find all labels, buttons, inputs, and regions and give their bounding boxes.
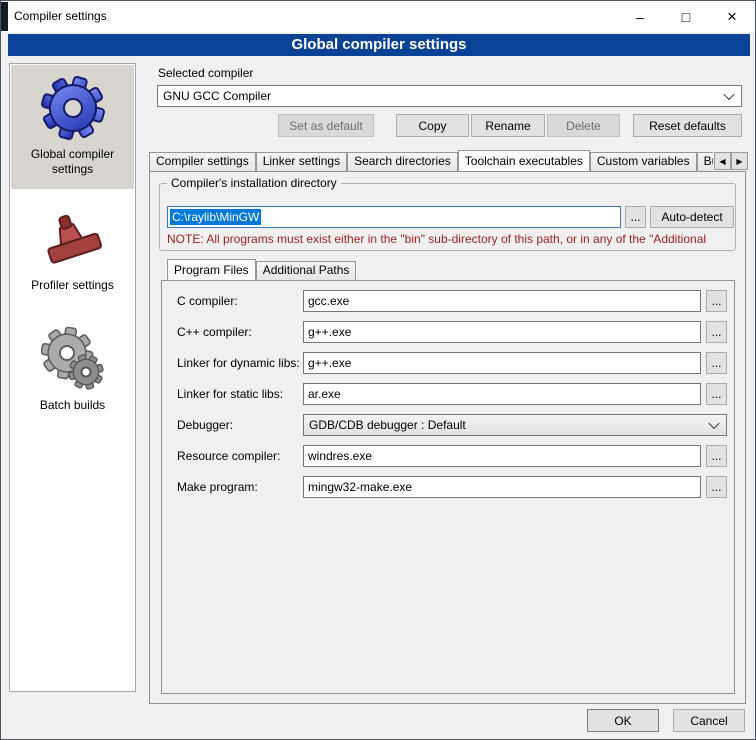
form-row-c-compiler: C compiler: ...: [1, 290, 756, 312]
tab-toolchain-executables[interactable]: Toolchain executables: [458, 150, 590, 171]
tab-search-directories[interactable]: Search directories: [347, 152, 458, 171]
browse-button[interactable]: ...: [706, 383, 727, 405]
tab-scroll-controls: ◀ ▶: [714, 152, 748, 170]
reset-defaults-button[interactable]: Reset defaults: [633, 114, 742, 137]
debugger-select[interactable]: GDB/CDB debugger : Default: [303, 414, 727, 436]
selected-compiler-label: Selected compiler: [158, 66, 253, 80]
rename-button[interactable]: Rename: [471, 114, 545, 137]
dynamic-libs-linker-input[interactable]: [303, 352, 701, 374]
selected-compiler-value: GNU GCC Compiler: [163, 89, 271, 103]
install-dir-value: C:\raylib\MinGW: [170, 209, 261, 225]
program-files-tabs: Program Files Additional Paths: [167, 259, 467, 280]
debugger-value: GDB/CDB debugger : Default: [309, 418, 466, 432]
form-row-debugger: Debugger: GDB/CDB debugger : Default: [1, 414, 756, 436]
field-label: Resource compiler:: [177, 449, 280, 463]
window-controls: – □ ×: [617, 1, 755, 32]
install-dir-browse-button[interactable]: ...: [625, 206, 646, 228]
tab-build-options[interactable]: Buil: [697, 152, 713, 171]
ok-button[interactable]: OK: [587, 709, 659, 732]
set-as-default-button[interactable]: Set as default: [278, 114, 374, 137]
browse-button[interactable]: ...: [706, 321, 727, 343]
chevron-down-icon: [723, 89, 734, 100]
tab-scroll-left-icon[interactable]: ◀: [714, 152, 731, 170]
browse-button[interactable]: ...: [706, 290, 727, 312]
compiler-settings-dialog: Compiler settings – □ × Global compiler …: [0, 0, 756, 740]
selected-compiler-dropdown[interactable]: GNU GCC Compiler: [157, 85, 742, 107]
c-compiler-input[interactable]: [303, 290, 701, 312]
make-program-input[interactable]: [303, 476, 701, 498]
form-row-cpp-compiler: C++ compiler: ...: [1, 321, 756, 343]
install-dir-note: NOTE: All programs must exist either in …: [167, 232, 739, 246]
field-label: Make program:: [177, 480, 258, 494]
blue-gear-icon: [40, 71, 106, 145]
tab-compiler-settings[interactable]: Compiler settings: [149, 152, 256, 171]
close-icon[interactable]: ×: [709, 1, 755, 32]
minimize-icon[interactable]: –: [617, 1, 663, 32]
tab-linker-settings[interactable]: Linker settings: [256, 152, 347, 171]
sidebar-item-label: Global compiler settings: [11, 145, 134, 183]
resource-compiler-input[interactable]: [303, 445, 701, 467]
browse-button[interactable]: ...: [706, 352, 727, 374]
tab-custom-variables[interactable]: Custom variables: [590, 152, 697, 171]
auto-detect-button[interactable]: Auto-detect: [650, 206, 734, 228]
app-icon: [1, 2, 8, 31]
red-profiler-icon: [41, 202, 105, 276]
form-row-make-program: Make program: ...: [1, 476, 756, 498]
browse-button[interactable]: ...: [706, 476, 727, 498]
copy-button[interactable]: Copy: [396, 114, 469, 137]
sidebar-item-global-compiler-settings[interactable]: Global compiler settings: [11, 65, 134, 189]
window-title: Compiler settings: [14, 9, 107, 23]
title-bar[interactable]: Compiler settings – □ ×: [1, 1, 755, 32]
form-row-dynamic-linker: Linker for dynamic libs: ...: [1, 352, 756, 374]
static-libs-linker-input[interactable]: [303, 383, 701, 405]
field-label: C++ compiler:: [177, 325, 252, 339]
delete-button[interactable]: Delete: [547, 114, 620, 137]
browse-button[interactable]: ...: [706, 445, 727, 467]
installation-directory-group-title: Compiler's installation directory: [167, 176, 341, 190]
field-label: Debugger:: [177, 418, 233, 432]
compiler-settings-tabs: Compiler settings Linker settings Search…: [149, 150, 713, 171]
tab-additional-paths[interactable]: Additional Paths: [256, 261, 357, 280]
install-dir-input[interactable]: C:\raylib\MinGW: [167, 206, 621, 228]
form-row-resource-compiler: Resource compiler: ...: [1, 445, 756, 467]
cancel-button[interactable]: Cancel: [673, 709, 745, 732]
field-label: C compiler:: [177, 294, 238, 308]
cpp-compiler-input[interactable]: [303, 321, 701, 343]
settings-category-list: Global compiler settings Profiler settin…: [9, 63, 136, 692]
dialog-header: Global compiler settings: [8, 34, 750, 56]
form-row-static-linker: Linker for static libs: ...: [1, 383, 756, 405]
field-label: Linker for dynamic libs:: [177, 356, 300, 370]
chevron-down-icon: [708, 418, 719, 429]
maximize-icon[interactable]: □: [663, 1, 709, 32]
tab-program-files[interactable]: Program Files: [167, 259, 256, 280]
tab-scroll-right-icon[interactable]: ▶: [731, 152, 748, 170]
field-label: Linker for static libs:: [177, 387, 283, 401]
